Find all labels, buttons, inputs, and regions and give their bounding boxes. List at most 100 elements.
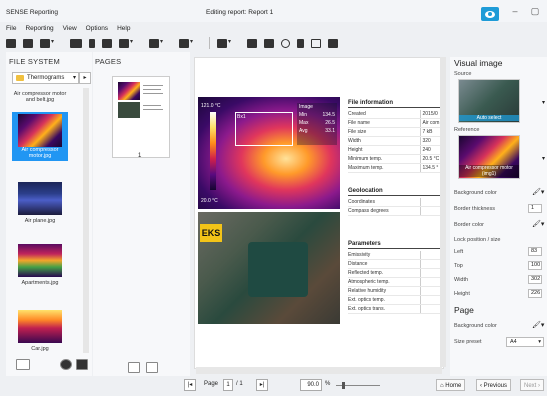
border-thickness-input[interactable]: 1 (528, 204, 542, 213)
width-input[interactable]: 302 (528, 275, 542, 284)
previous-button[interactable]: ‹ Previous (476, 379, 512, 391)
reference-label: Reference (454, 127, 480, 133)
info-key: Created (348, 110, 420, 119)
source-dropdown-icon[interactable]: ▾ (542, 99, 545, 106)
measurement-box[interactable]: Bx1 (235, 112, 293, 146)
open-folder-icon[interactable] (23, 38, 33, 48)
parameters-header: Parameters (348, 241, 440, 249)
info-key: Maximum temp. (348, 163, 420, 173)
align-icon[interactable] (179, 38, 193, 48)
add-icon[interactable] (60, 359, 72, 370)
thermometer-icon[interactable] (89, 38, 95, 48)
reference-dropdown-icon[interactable]: ▾ (542, 155, 545, 162)
height-input[interactable]: 226 (528, 289, 542, 298)
file-item[interactable]: Air compressor motor and belt.jpg (12, 91, 68, 103)
zoom-slider-handle[interactable] (342, 382, 345, 389)
menu-options[interactable]: Options (86, 25, 108, 32)
next-button[interactable]: Next › (520, 379, 545, 391)
new-report-icon[interactable] (6, 38, 16, 48)
file-item-label: Air plane.jpg (24, 218, 56, 224)
page-bg-label: Background color (454, 323, 497, 329)
add-page-icon[interactable] (128, 362, 140, 373)
top-input[interactable]: 100 (528, 261, 542, 270)
bg-color-label: Background color (454, 190, 497, 196)
width-label: Width (454, 277, 469, 283)
size-preset-select[interactable]: A4 ▾ (506, 337, 544, 347)
first-page-button[interactable]: |◂ (184, 379, 196, 391)
pages-title: PAGES (95, 57, 122, 66)
geolocation-header: Geolocation (348, 188, 440, 196)
page-line (143, 85, 163, 86)
zoom-slider[interactable] (336, 382, 380, 389)
info-value: 20.5 °C (419, 154, 440, 164)
zoom-input[interactable]: 90.0 (300, 379, 322, 391)
last-page-button[interactable]: ▸| (256, 379, 268, 391)
image-icon[interactable] (102, 38, 112, 48)
folder-dropdown[interactable]: Thermograms ▾ (12, 72, 79, 84)
thumbnail-image (18, 114, 62, 147)
menu-file[interactable]: File (6, 25, 16, 32)
stamp-icon[interactable] (217, 38, 231, 48)
info-key: Atmospheric temp. (348, 277, 420, 287)
page-label: Page (204, 381, 219, 387)
info-key: File size (348, 127, 420, 137)
source-image[interactable]: Auto select (458, 79, 520, 123)
home-button[interactable]: ⌂ Home (436, 379, 466, 391)
overlay-title: Image (299, 104, 313, 110)
formula-icon[interactable] (311, 38, 321, 48)
visual-image[interactable]: EKS (198, 212, 340, 324)
file-item-label: Air compressor motor.jpg (21, 147, 59, 159)
max-value: 26.5 (325, 120, 335, 126)
file-info-table[interactable]: File information Created 2015/0 File name… (348, 100, 440, 173)
geolocation-table[interactable]: Geolocation Coordinates Compass degrees (348, 188, 440, 216)
parameters-table[interactable]: Parameters Emissivity Distance Reflected… (348, 241, 440, 314)
info-key: Coordinates (348, 198, 420, 207)
eye-icon[interactable] (481, 7, 499, 21)
file-item[interactable]: Apartments.jpg (12, 244, 68, 286)
table-icon[interactable] (149, 38, 163, 48)
menu-reporting[interactable]: Reporting (25, 25, 53, 32)
clipboard-icon[interactable] (328, 38, 338, 48)
chart-icon[interactable] (119, 38, 133, 48)
camera-icon[interactable] (70, 38, 82, 48)
height-label: Height (454, 291, 470, 297)
file-item[interactable]: Car.jpg (12, 310, 68, 352)
chevron-right-icon: › (538, 383, 541, 389)
lock-label: Lock position / size (454, 237, 501, 243)
page-input[interactable]: 1 (223, 379, 233, 391)
import-folder-icon[interactable] (76, 359, 88, 370)
file-item-selected[interactable]: Air compressor motor.jpg (12, 112, 68, 161)
paint-bucket-icon[interactable]: 🖌▾ (532, 188, 544, 196)
settings-icon[interactable] (281, 38, 290, 48)
reference-image[interactable]: Air compressor motor (img1) (458, 135, 520, 179)
info-value (419, 198, 440, 207)
left-input[interactable]: 83 (528, 247, 542, 256)
thumbnail-image (18, 310, 62, 343)
page-thumbnail[interactable] (112, 76, 170, 158)
max-label: Max (299, 120, 309, 126)
menu-view[interactable]: View (63, 25, 77, 32)
minimize-button[interactable]: – (505, 4, 525, 18)
duplicate-page-icon[interactable] (146, 362, 158, 373)
page-total: / 1 (236, 381, 243, 387)
document-icon[interactable] (297, 38, 304, 48)
info-value: Air com (419, 118, 440, 128)
view-grid-icon[interactable] (16, 359, 30, 370)
info-key: File name (348, 118, 420, 128)
pdf-icon[interactable] (264, 38, 274, 48)
left-label: Left (454, 249, 464, 255)
canvas-vertical-scrollbar[interactable] (440, 57, 446, 367)
page-bg-picker-icon[interactable]: 🖌▾ (532, 321, 544, 329)
canvas-horizontal-scrollbar[interactable] (196, 367, 442, 374)
info-key: Reflected temp. (348, 268, 420, 278)
export-icon[interactable] (247, 38, 257, 48)
save-icon[interactable] (40, 38, 54, 48)
page-line (143, 93, 163, 94)
file-item[interactable]: Air plane.jpg (12, 182, 68, 224)
maximize-button[interactable]: ▢ (525, 4, 545, 18)
menu-help[interactable]: Help (117, 25, 130, 32)
border-color-picker-icon[interactable]: 🖌▾ (532, 220, 544, 228)
file-list-scrollbar[interactable] (83, 88, 89, 353)
info-key: Relative humidity (348, 286, 420, 296)
folder-browse-button[interactable]: ▸ (79, 72, 91, 84)
